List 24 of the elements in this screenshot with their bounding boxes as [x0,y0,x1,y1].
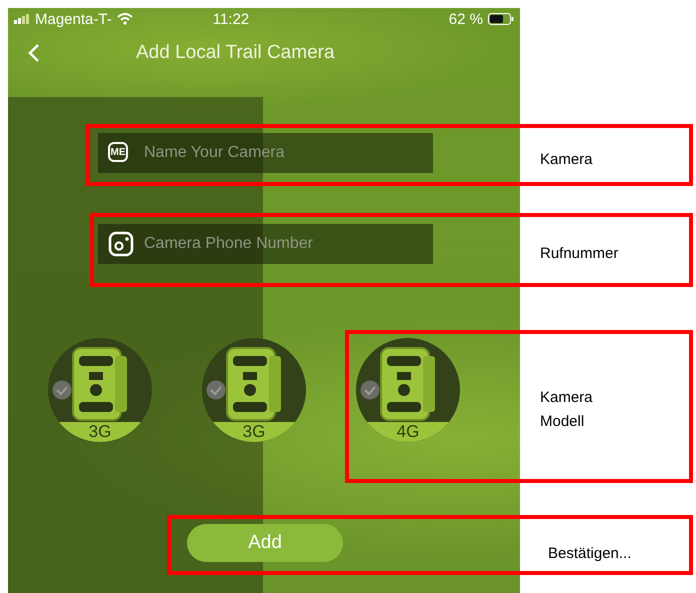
checkmark-icon [360,380,380,400]
clock-time: 11:22 [212,10,250,28]
annotation-label: Kamera [540,150,594,170]
text-field[interactable]: Camera Phone Number [98,224,433,264]
trail-camera-icon [379,346,437,422]
camera-model-option[interactable]: 3G [48,338,152,442]
camera-model-option[interactable]: 4G [356,338,460,442]
screen-title: Add Local Trail Camera [136,42,335,64]
checkmark-icon [206,380,226,400]
annotation-label: Bestätigen... [548,544,628,564]
signal-icon [14,14,30,24]
annotation-label: Rufnummer [540,244,620,264]
carrier-name: Magenta-T- [35,10,112,28]
battery-icon [488,13,514,25]
trail-camera-icon [225,346,283,422]
annotation-label: Kamera Modell [540,388,594,432]
battery-percent: 62 % [448,10,483,28]
camera-model-option[interactable]: 3G [202,338,306,442]
checkmark-icon [52,380,72,400]
name-tag-icon: ME [108,142,128,162]
camera-icon [108,231,134,257]
back-chevron-icon [28,43,40,63]
trail-camera-icon [71,346,129,422]
wifi-icon [116,13,133,25]
